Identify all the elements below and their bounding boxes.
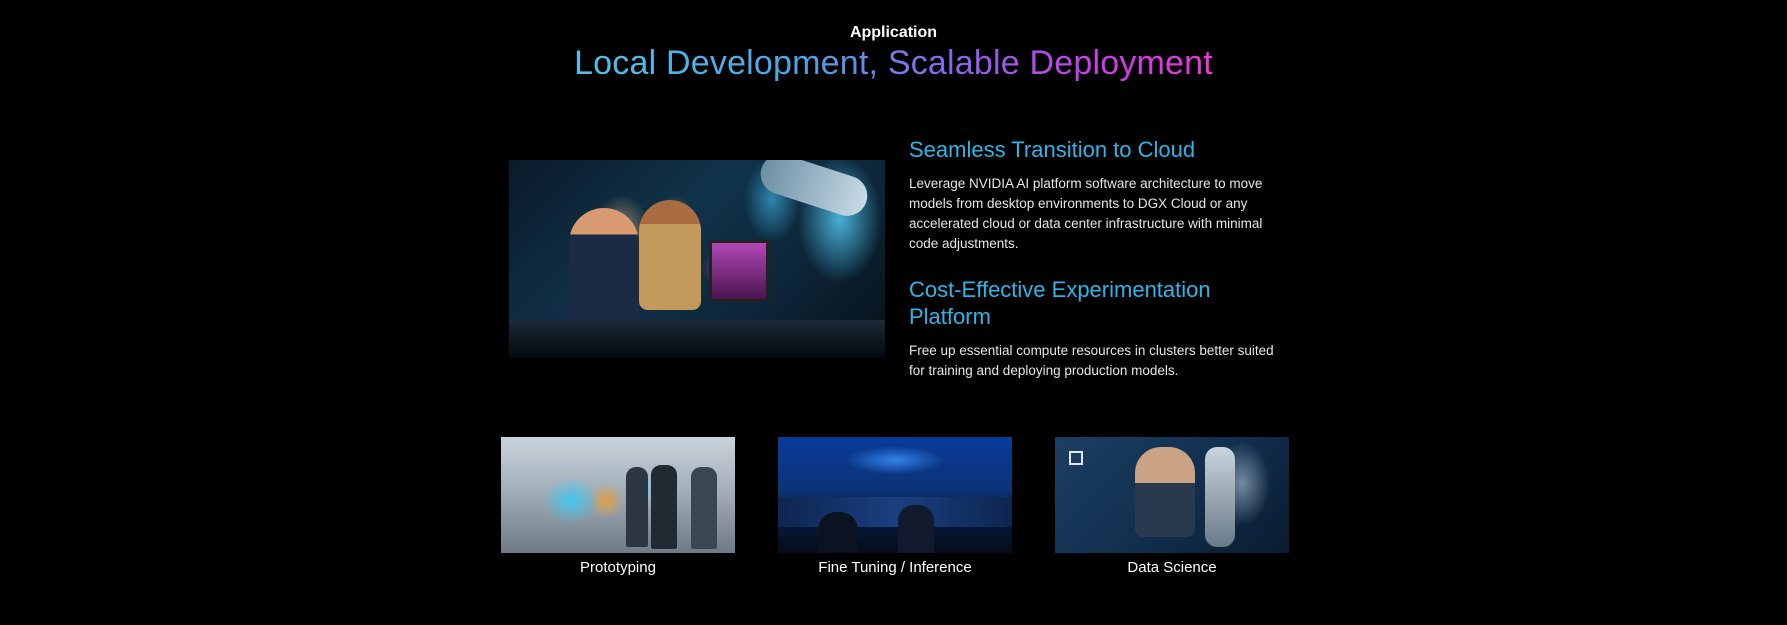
card-fine-tuning-inference[interactable]: Fine Tuning / Inference (778, 437, 1012, 576)
person-shape (898, 505, 934, 553)
person-shape (691, 467, 717, 549)
section-body-experimentation: Free up essential compute resources in c… (909, 343, 1274, 378)
section-title-cloud: Seamless Transition to Cloud (909, 137, 1196, 162)
person-shape (639, 200, 701, 310)
card-label: Data Science (1127, 559, 1217, 576)
application-section: Application Local Development, Scalable … (0, 0, 1787, 625)
card-image-data-scientist (1055, 437, 1289, 553)
card-image-prototyping (501, 437, 735, 553)
card-data-science[interactable]: Data Science (1055, 437, 1289, 576)
person-shape (1135, 447, 1195, 537)
page-title: Local Development, Scalable Deployment (0, 44, 1787, 83)
robot-arm-shape (1205, 447, 1235, 547)
card-image-control-room (778, 437, 1012, 553)
card-label: Prototyping (580, 559, 656, 576)
robot-arm-shape (755, 160, 873, 222)
desk-shape (509, 320, 885, 358)
person-shape (818, 512, 858, 553)
page-title-text: Local Development, Scalable Deployment (574, 44, 1213, 82)
section-title-experimentation: Cost-Effective Experimentation Platform (909, 277, 1211, 329)
monitor-shape (709, 240, 769, 302)
card-prototyping[interactable]: Prototyping (501, 437, 735, 576)
section-body-cloud: Leverage NVIDIA AI platform software arc… (909, 176, 1263, 251)
hero-image-developers-workstation (509, 160, 885, 358)
section-eyebrow: Application (849, 24, 938, 41)
person-shape (626, 467, 648, 547)
square-icon (1069, 451, 1083, 465)
console-shape (778, 497, 1012, 527)
person-shape (651, 465, 677, 549)
card-label: Fine Tuning / Inference (818, 559, 972, 576)
person-shape (569, 208, 639, 328)
